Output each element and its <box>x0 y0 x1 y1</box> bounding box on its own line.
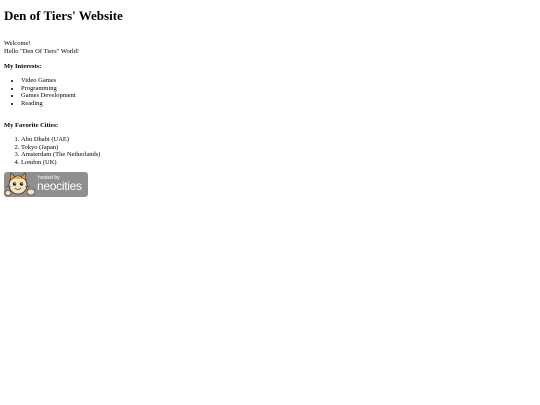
welcome-line: Welcome! <box>4 40 31 47</box>
neocities-cat-icon <box>4 171 36 196</box>
list-item: Amsterdam (The Netherlands) <box>21 151 536 159</box>
interests-heading: My Interests: <box>4 63 42 70</box>
cities-heading: My Favorite Cities: <box>4 121 59 129</box>
list-item: Programming <box>21 85 536 93</box>
welcome-text-block: Welcome! Hello "Den Of Tiers" World! <box>4 40 536 55</box>
list-item: Games Development <box>21 92 536 100</box>
page-body: Den of Tiers' Website Welcome! Hello "De… <box>0 0 540 405</box>
badge-brand-label: neocities <box>37 178 82 193</box>
interests-list: Video Games Programming Games Developmen… <box>4 77 536 108</box>
list-item: London (UK) <box>21 159 536 167</box>
list-item: Tokyo (Japan) <box>21 144 536 152</box>
list-item: Reading <box>21 100 536 108</box>
cities-list: Abu Dhabi (UAE) Tokyo (Japan) Amsterdam … <box>4 136 536 167</box>
page-title: Den of Tiers' Website <box>4 8 123 23</box>
hello-line: Hello "Den Of Tiers" World! <box>4 47 80 55</box>
neocities-badge-link[interactable]: hosted by neocities <box>4 171 88 197</box>
list-item: Video Games <box>21 77 536 85</box>
list-item: Abu Dhabi (UAE) <box>21 136 536 144</box>
